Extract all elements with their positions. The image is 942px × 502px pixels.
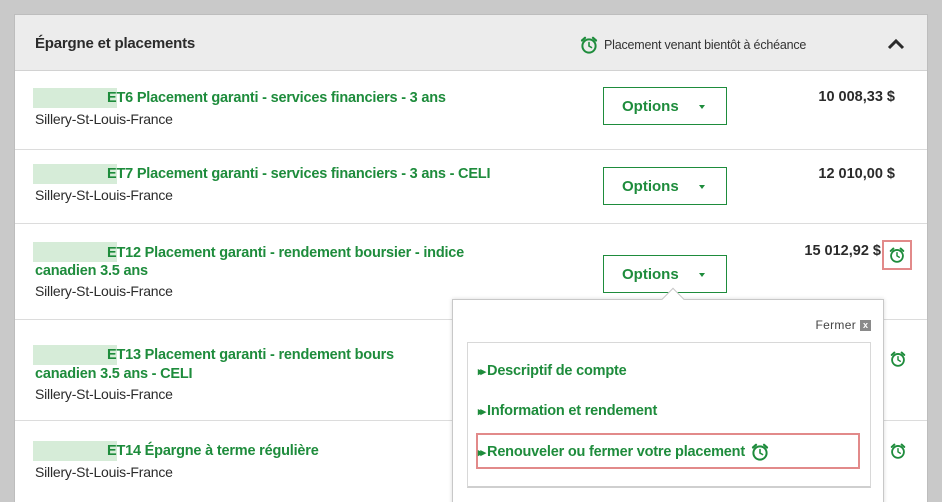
account-branch: Sillery-St-Louis-France — [35, 283, 173, 299]
double-arrow-icon: ▸▸ — [478, 365, 486, 378]
caret-down-icon — [699, 105, 705, 109]
account-name-link-cont[interactable]: canadien 3.5 ans - CELI — [35, 365, 193, 383]
account-row: ET7 Placement garanti - services financi… — [15, 150, 927, 224]
options-menu: ▸▸ Descriptif de compte ▸▸ Information e… — [467, 342, 871, 488]
account-branch: Sillery-St-Louis-France — [35, 187, 173, 203]
panel-title: Épargne et placements — [35, 35, 196, 52]
options-label: Options — [622, 98, 679, 115]
options-button[interactable]: Options — [603, 87, 727, 125]
masked-account-number — [33, 345, 117, 365]
masked-account-number — [33, 164, 117, 184]
close-label: Fermer — [815, 318, 856, 332]
close-icon: x — [860, 319, 871, 331]
account-row: ET6 Placement garanti - services financi… — [15, 71, 927, 150]
options-button[interactable]: Options — [603, 255, 727, 293]
close-button[interactable]: Fermer x — [816, 318, 871, 332]
panel-header: Épargne et placements Placement venant b… — [15, 15, 927, 71]
double-arrow-icon: ▸▸ — [478, 446, 486, 459]
account-name-link[interactable]: ET12 Placement garanti - rendement bours… — [107, 244, 464, 262]
options-popup: Fermer x ▸▸ Descriptif de compte ▸▸ Info… — [452, 287, 884, 502]
menu-item-information-performance[interactable]: ▸▸ Information et rendement — [478, 403, 657, 419]
caret-down-icon — [699, 273, 705, 277]
alarm-clock-icon — [889, 350, 907, 368]
menu-item-label: Information et rendement — [487, 403, 658, 419]
savings-investments-panel: Épargne et placements Placement venant b… — [14, 14, 928, 502]
masked-account-number — [33, 242, 117, 262]
alarm-clock-icon — [750, 442, 770, 462]
options-button[interactable]: Options — [603, 167, 727, 205]
account-branch: Sillery-St-Louis-France — [35, 111, 173, 127]
account-name-link[interactable]: ET6 Placement garanti - services financi… — [107, 89, 446, 107]
menu-item-renew-close[interactable]: ▸▸ Renouveler ou fermer votre placement — [478, 442, 770, 462]
highlighted-alarm[interactable] — [882, 240, 912, 270]
account-amount: 15 012,92 $ — [804, 243, 881, 259]
maturity-legend: Placement venant bientôt à échéance — [579, 35, 806, 55]
menu-item-label: Renouveler ou fermer votre placement — [487, 444, 745, 460]
menu-item-label: Descriptif de compte — [487, 363, 627, 379]
options-label: Options — [622, 178, 679, 195]
chevron-up-icon[interactable] — [887, 37, 905, 51]
account-name-link[interactable]: ET7 Placement garanti - services financi… — [107, 165, 490, 183]
account-branch: Sillery-St-Louis-France — [35, 464, 173, 480]
options-label: Options — [622, 266, 679, 283]
alarm-clock-icon — [888, 246, 906, 264]
menu-item-account-description[interactable]: ▸▸ Descriptif de compte — [478, 363, 627, 379]
account-amount: 12 010,00 $ — [818, 166, 895, 182]
alarm-clock-icon — [889, 442, 907, 460]
masked-account-number — [33, 441, 117, 461]
account-name-link[interactable]: ET13 Placement garanti - rendement bours — [107, 346, 394, 364]
masked-account-number — [33, 88, 117, 108]
caret-down-icon — [699, 185, 705, 189]
double-arrow-icon: ▸▸ — [478, 405, 486, 418]
alarm-clock-icon — [579, 35, 599, 55]
account-branch: Sillery-St-Louis-France — [35, 386, 173, 402]
account-name-link-cont[interactable]: canadien 3.5 ans — [35, 262, 148, 280]
account-amount: 10 008,33 $ — [818, 89, 895, 105]
maturity-legend-text: Placement venant bientôt à échéance — [604, 38, 807, 52]
account-name-link[interactable]: ET14 Épargne à terme régulière — [107, 442, 319, 460]
